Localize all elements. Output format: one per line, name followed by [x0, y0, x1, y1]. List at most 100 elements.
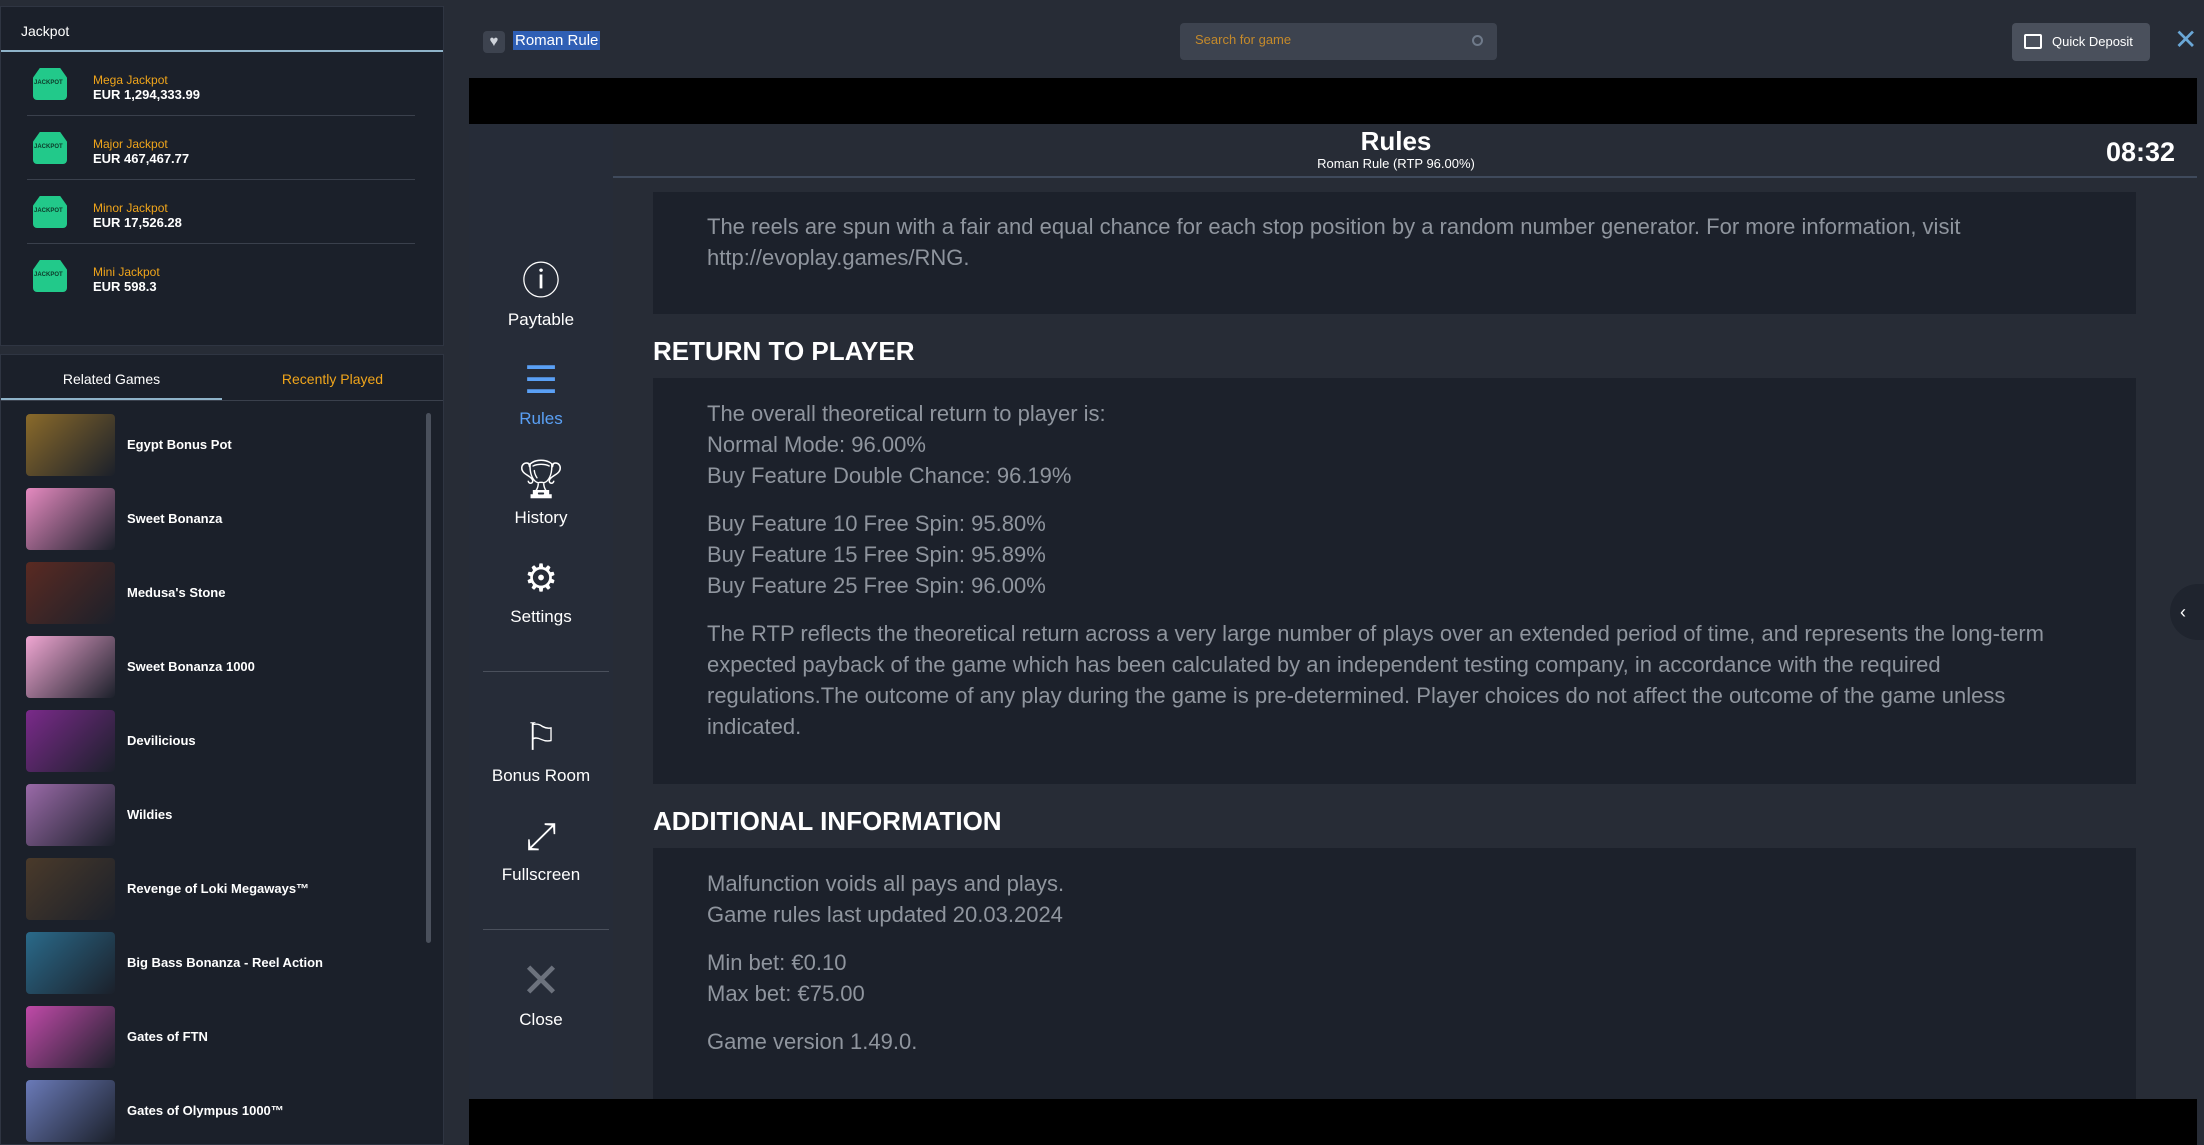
game-thumbnail[interactable] [26, 636, 115, 698]
menu-bonus-room[interactable]: ⚐ Bonus Room [469, 716, 613, 786]
tab-recently-played[interactable]: Recently Played [222, 355, 443, 400]
game-item[interactable]: Devilicious [1, 705, 421, 779]
game-item[interactable]: Egypt Bonus Pot [1, 409, 421, 483]
list-icon: ☰ [523, 360, 559, 402]
game-item[interactable]: Sweet Bonanza 1000 [1, 631, 421, 705]
game-thumbnail[interactable] [26, 932, 115, 994]
game-frame: ⓘ Paytable ☰ Rules 🏆︎ History ⚙ Settings… [469, 78, 2197, 1145]
close-icon: ✕ [520, 955, 562, 1008]
jackpot-name: Minor Jackpot [93, 201, 168, 215]
jackpot-row-minor: Minor Jackpot EUR 17,526.28 [27, 180, 415, 244]
info-heading: ADDITIONAL INFORMATION [653, 806, 1002, 836]
app-root: Jackpot Mega Jackpot EUR 1,294,333.99 Ma… [0, 0, 2204, 1145]
rtp-line: Buy Feature Double Chance: 96.19% [707, 463, 1072, 488]
rules-content: Rules Roman Rule (RTP 96.00%) 08:32 The … [613, 124, 2197, 1099]
rtp-line: The overall theoretical return to player… [707, 401, 1106, 426]
game-item[interactable]: Gates of Olympus 1000™ [1, 1075, 421, 1144]
wallet-icon [2024, 34, 2042, 49]
menu-close-label: Close [519, 1010, 563, 1029]
jackpot-row-major: Major Jackpot EUR 467,467.77 [27, 116, 415, 180]
game-name[interactable]: Sweet Bonanza 1000 [127, 659, 255, 674]
search-input[interactable] [1195, 32, 1465, 47]
menu-divider [483, 929, 609, 930]
game-name[interactable]: Egypt Bonus Pot [127, 437, 232, 452]
game-name[interactable]: Devilicious [127, 733, 196, 748]
jackpot-title: Jackpot [1, 7, 443, 52]
menu-history[interactable]: 🏆︎ History [469, 458, 613, 528]
menu-settings-label: Settings [510, 607, 572, 626]
game-name[interactable]: Gates of Olympus 1000™ [127, 1103, 284, 1118]
jackpot-row-mega: Mega Jackpot EUR 1,294,333.99 [27, 52, 415, 116]
games-tabs: Related Games Recently Played [1, 355, 443, 401]
buy-feature-line: Buy Feature 10 Free Spin: 95.80% [707, 511, 1046, 536]
info-section: Malfunction voids all pays and plays. Ga… [653, 848, 2136, 1099]
close-icon[interactable]: ✕ [2174, 26, 2197, 54]
game-item[interactable]: Gates of FTN [1, 1001, 421, 1075]
game-name[interactable]: Revenge of Loki Megaways™ [127, 881, 309, 896]
jackpot-amount: EUR 467,467.77 [93, 151, 190, 166]
game-name[interactable]: Wildies [127, 807, 172, 822]
game-name[interactable]: Gates of FTN [127, 1029, 208, 1044]
info-icon: ⓘ [521, 261, 560, 303]
menu-fullscreen[interactable]: ⤢ Fullscreen [469, 815, 613, 885]
game-name[interactable]: Medusa's Stone [127, 585, 225, 600]
search-box [1180, 23, 1497, 60]
menu-paytable[interactable]: ⓘ Paytable [469, 260, 613, 330]
menu-divider [483, 671, 609, 672]
menu-history-label: History [514, 508, 568, 527]
clock: 08:32 [2105, 137, 2175, 167]
game-item[interactable]: Sweet Bonanza [1, 483, 421, 557]
game-thumbnail[interactable] [26, 1080, 115, 1142]
rtp-note: The RTP reflects the theoretical return … [707, 621, 2044, 739]
game-thumbnail[interactable] [26, 710, 115, 772]
jackpot-icon [33, 132, 67, 164]
quick-deposit-button[interactable]: Quick Deposit [2012, 23, 2150, 61]
tab-related-games[interactable]: Related Games [1, 355, 222, 400]
rng-text: The reels are spun with a fair and equal… [707, 214, 1961, 270]
menu-close[interactable]: ✕ Close [469, 955, 613, 1030]
game-thumbnail[interactable] [26, 858, 115, 920]
bet-line: Min bet: €0.10 [707, 950, 847, 975]
rtp-heading: RETURN TO PLAYER [653, 336, 915, 366]
rtp-section: The overall theoretical return to player… [653, 378, 2136, 784]
game-item[interactable]: Medusa's Stone [1, 557, 421, 631]
game-item[interactable]: Big Bass Bonanza - Reel Action [1, 927, 421, 1001]
game-item[interactable]: Revenge of Loki Megaways™ [1, 853, 421, 927]
jackpot-name: Major Jackpot [93, 137, 168, 151]
jackpot-name: Mega Jackpot [93, 73, 168, 87]
rng-section: The reels are spun with a fair and equal… [653, 192, 2136, 314]
game-thumbnail[interactable] [26, 784, 115, 846]
info-line: Game rules last updated 20.03.2024 [707, 902, 1063, 927]
jackpot-amount: EUR 17,526.28 [93, 215, 182, 230]
heart-icon[interactable]: ♥ [483, 31, 505, 53]
menu-settings[interactable]: ⚙ Settings [469, 557, 613, 627]
game-list: Egypt Bonus Pot Sweet Bonanza Medusa's S… [1, 409, 421, 1144]
search-icon[interactable] [1472, 35, 1483, 46]
game-name[interactable]: Sweet Bonanza [127, 511, 222, 526]
jackpot-row-mini: Mini Jackpot EUR 598.3 [27, 244, 415, 308]
buy-feature-line: Buy Feature 15 Free Spin: 95.89% [707, 542, 1046, 567]
jackpot-name: Mini Jackpot [93, 265, 160, 279]
game-name[interactable]: Big Bass Bonanza - Reel Action [127, 955, 323, 970]
game-item[interactable]: Wildies [1, 779, 421, 853]
jackpot-icon [33, 196, 67, 228]
game-thumbnail[interactable] [26, 562, 115, 624]
menu-paytable-label: Paytable [507, 310, 575, 329]
game-thumbnail[interactable] [26, 414, 115, 476]
game-title: Roman Rule [513, 31, 601, 50]
quick-deposit-label: Quick Deposit [2052, 34, 2133, 49]
trophy-icon: 🏆︎ [517, 459, 566, 501]
fullscreen-icon: ⤢ [525, 816, 557, 858]
jackpot-amount: EUR 598.3 [93, 279, 157, 294]
games-panel: Related Games Recently Played Egypt Bonu… [0, 354, 444, 1145]
rules-header: Rules Roman Rule (RTP 96.00%) 08:32 [613, 124, 2197, 178]
rules-subtitle: Roman Rule (RTP 96.00%) [1317, 156, 1475, 171]
games-scrollbar[interactable] [426, 413, 431, 943]
game-thumbnail[interactable] [26, 1006, 115, 1068]
game-thumbnail[interactable] [26, 488, 115, 550]
info-line: Malfunction voids all pays and plays. [707, 871, 1065, 896]
menu-rules-label: Rules [519, 409, 563, 428]
side-menu: ⓘ Paytable ☰ Rules 🏆︎ History ⚙ Settings… [469, 124, 613, 1099]
gear-icon: ⚙ [523, 558, 559, 600]
menu-rules[interactable]: ☰ Rules [469, 359, 613, 429]
